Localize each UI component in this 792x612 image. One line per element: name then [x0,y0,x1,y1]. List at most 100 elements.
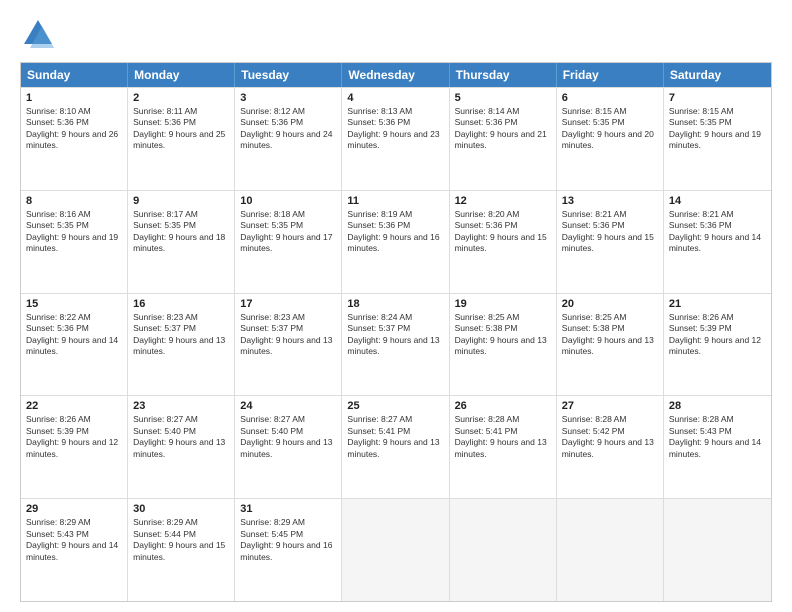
calendar-cell: 19 Sunrise: 8:25 AMSunset: 5:38 PMDayligh… [450,294,557,396]
cell-info: Sunrise: 8:21 AMSunset: 5:36 PMDaylight:… [669,209,766,255]
calendar-header-cell: Tuesday [235,63,342,87]
calendar-row: 8 Sunrise: 8:16 AMSunset: 5:35 PMDaylight… [21,190,771,293]
day-number: 9 [133,195,229,207]
calendar-cell: 2 Sunrise: 8:11 AMSunset: 5:36 PMDaylight… [128,88,235,190]
calendar-cell: 24 Sunrise: 8:27 AMSunset: 5:40 PMDayligh… [235,396,342,498]
calendar-cell: 23Sunrise: 8:27 AMSunset: 5:40 PMDayligh… [128,396,235,498]
calendar-cell: 1 Sunrise: 8:10 AMSunset: 5:36 PMDaylight… [21,88,128,190]
page: SundayMondayTuesdayWednesdayThursdayFrid… [0,0,792,612]
cell-info: Sunrise: 8:21 AMSunset: 5:36 PMDaylight:… [562,209,658,255]
calendar-cell: 22Sunrise: 8:26 AMSunset: 5:39 PMDayligh… [21,396,128,498]
day-number: 4 [347,92,443,104]
day-number: 28 [669,400,766,412]
day-number: 25 [347,400,443,412]
calendar-cell: 3Sunrise: 8:12 AMSunset: 5:36 PMDaylight… [235,88,342,190]
day-number: 5 [455,92,551,104]
day-number: 14 [669,195,766,207]
cell-info: Sunrise: 8:27 AMSunset: 5:40 PMDaylight:… [240,414,336,460]
calendar-cell: 7Sunrise: 8:15 AMSunset: 5:35 PMDaylight… [664,88,771,190]
header [20,16,772,52]
calendar-cell: 17Sunrise: 8:23 AMSunset: 5:37 PMDayligh… [235,294,342,396]
calendar-row: 15 Sunrise: 8:22 AMSunset: 5:36 PMDayligh… [21,293,771,396]
cell-info: Sunrise: 8:23 AMSunset: 5:37 PMDaylight:… [133,312,229,358]
day-number: 11 [347,195,443,207]
day-number: 20 [562,298,658,310]
cell-info: Sunrise: 8:16 AMSunset: 5:35 PMDaylight:… [26,209,122,255]
cell-info: Sunrise: 8:28 AMSunset: 5:42 PMDaylight:… [562,414,658,460]
cell-info: Sunrise: 8:26 AMSunset: 5:39 PMDaylight:… [669,312,766,358]
calendar-cell [450,499,557,601]
day-number: 10 [240,195,336,207]
calendar-header-cell: Saturday [664,63,771,87]
cell-info: Sunrise: 8:14 AMSunset: 5:36 PMDaylight:… [455,106,551,152]
cell-info: Sunrise: 8:23 AMSunset: 5:37 PMDaylight:… [240,312,336,358]
day-number: 6 [562,92,658,104]
calendar-cell: 21 Sunrise: 8:26 AMSunset: 5:39 PMDayligh… [664,294,771,396]
day-number: 31 [240,503,336,515]
cell-info: Sunrise: 8:28 AMSunset: 5:41 PMDaylight:… [455,414,551,460]
day-number: 24 [240,400,336,412]
calendar-cell [664,499,771,601]
day-number: 18 [347,298,443,310]
calendar-header-cell: Thursday [450,63,557,87]
day-number: 1 [26,92,122,104]
day-number: 19 [455,298,551,310]
day-number: 21 [669,298,766,310]
calendar-cell: 14 Sunrise: 8:21 AMSunset: 5:36 PMDayligh… [664,191,771,293]
cell-info: Sunrise: 8:25 AMSunset: 5:38 PMDaylight:… [455,312,551,358]
calendar-header-cell: Wednesday [342,63,449,87]
day-number: 2 [133,92,229,104]
calendar-cell [557,499,664,601]
day-number: 26 [455,400,551,412]
cell-info: Sunrise: 8:29 AMSunset: 5:43 PMDaylight:… [26,517,122,563]
cell-info: Sunrise: 8:11 AMSunset: 5:36 PMDaylight:… [133,106,229,152]
calendar-row: 29 Sunrise: 8:29 AMSunset: 5:43 PMDayligh… [21,498,771,601]
calendar-body: 1 Sunrise: 8:10 AMSunset: 5:36 PMDaylight… [21,87,771,601]
day-number: 27 [562,400,658,412]
calendar-row: 1 Sunrise: 8:10 AMSunset: 5:36 PMDaylight… [21,87,771,190]
cell-info: Sunrise: 8:29 AMSunset: 5:45 PMDaylight:… [240,517,336,563]
calendar-cell: 28Sunrise: 8:28 AMSunset: 5:43 PMDayligh… [664,396,771,498]
cell-info: Sunrise: 8:18 AMSunset: 5:35 PMDaylight:… [240,209,336,255]
calendar-cell: 4Sunrise: 8:13 AMSunset: 5:36 PMDaylight… [342,88,449,190]
calendar-header: SundayMondayTuesdayWednesdayThursdayFrid… [21,63,771,87]
calendar-cell: 25 Sunrise: 8:27 AMSunset: 5:41 PMDayligh… [342,396,449,498]
day-number: 13 [562,195,658,207]
cell-info: Sunrise: 8:29 AMSunset: 5:44 PMDaylight:… [133,517,229,563]
calendar-cell: 15 Sunrise: 8:22 AMSunset: 5:36 PMDayligh… [21,294,128,396]
day-number: 15 [26,298,122,310]
cell-info: Sunrise: 8:27 AMSunset: 5:41 PMDaylight:… [347,414,443,460]
cell-info: Sunrise: 8:15 AMSunset: 5:35 PMDaylight:… [669,106,766,152]
calendar-cell: 31 Sunrise: 8:29 AMSunset: 5:45 PMDayligh… [235,499,342,601]
calendar-cell: 30Sunrise: 8:29 AMSunset: 5:44 PMDayligh… [128,499,235,601]
day-number: 16 [133,298,229,310]
cell-info: Sunrise: 8:12 AMSunset: 5:36 PMDaylight:… [240,106,336,152]
calendar-cell: 9 Sunrise: 8:17 AMSunset: 5:35 PMDaylight… [128,191,235,293]
day-number: 22 [26,400,122,412]
calendar: SundayMondayTuesdayWednesdayThursdayFrid… [20,62,772,602]
calendar-cell: 6Sunrise: 8:15 AMSunset: 5:35 PMDaylight… [557,88,664,190]
cell-info: Sunrise: 8:17 AMSunset: 5:35 PMDaylight:… [133,209,229,255]
cell-info: Sunrise: 8:24 AMSunset: 5:37 PMDaylight:… [347,312,443,358]
cell-info: Sunrise: 8:10 AMSunset: 5:36 PMDaylight:… [26,106,122,152]
day-number: 29 [26,503,122,515]
calendar-cell: 26 Sunrise: 8:28 AMSunset: 5:41 PMDayligh… [450,396,557,498]
calendar-cell: 11Sunrise: 8:19 AMSunset: 5:36 PMDayligh… [342,191,449,293]
calendar-cell: 20 Sunrise: 8:25 AMSunset: 5:38 PMDayligh… [557,294,664,396]
calendar-cell: 18 Sunrise: 8:24 AMSunset: 5:37 PMDayligh… [342,294,449,396]
day-number: 12 [455,195,551,207]
calendar-cell: 5 Sunrise: 8:14 AMSunset: 5:36 PMDaylight… [450,88,557,190]
cell-info: Sunrise: 8:25 AMSunset: 5:38 PMDaylight:… [562,312,658,358]
calendar-cell: 13 Sunrise: 8:21 AMSunset: 5:36 PMDayligh… [557,191,664,293]
day-number: 8 [26,195,122,207]
calendar-cell [342,499,449,601]
logo-icon [20,16,56,52]
cell-info: Sunrise: 8:27 AMSunset: 5:40 PMDaylight:… [133,414,229,460]
calendar-cell: 16 Sunrise: 8:23 AMSunset: 5:37 PMDayligh… [128,294,235,396]
cell-info: Sunrise: 8:22 AMSunset: 5:36 PMDaylight:… [26,312,122,358]
calendar-cell: 8 Sunrise: 8:16 AMSunset: 5:35 PMDaylight… [21,191,128,293]
calendar-cell: 27 Sunrise: 8:28 AMSunset: 5:42 PMDayligh… [557,396,664,498]
cell-info: Sunrise: 8:20 AMSunset: 5:36 PMDaylight:… [455,209,551,255]
calendar-cell: 12 Sunrise: 8:20 AMSunset: 5:36 PMDayligh… [450,191,557,293]
calendar-cell: 10 Sunrise: 8:18 AMSunset: 5:35 PMDayligh… [235,191,342,293]
